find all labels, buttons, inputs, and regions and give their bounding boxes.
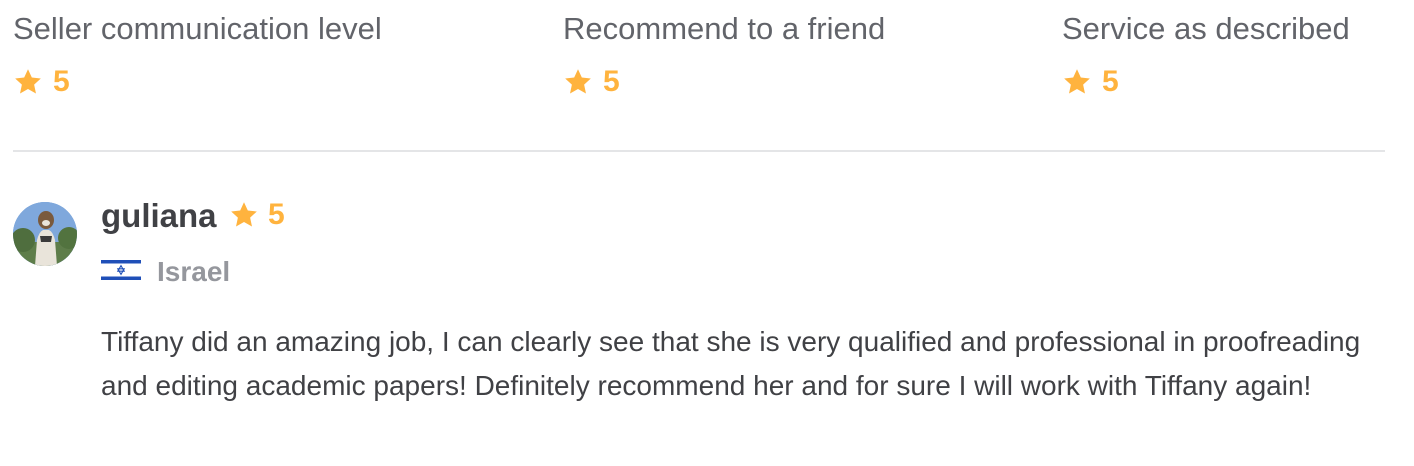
- review-rating-value: 5: [268, 198, 285, 231]
- star-icon: [1062, 67, 1092, 97]
- rating-communication: Seller communication level 5: [13, 10, 382, 99]
- rating-service: Service as described 5: [1062, 10, 1350, 99]
- rating-label: Recommend to a friend: [563, 11, 886, 46]
- review-rating: 5: [229, 198, 285, 232]
- rating-label: Service as described: [1062, 11, 1350, 46]
- israel-flag-icon: [101, 258, 141, 282]
- rating-score: 5: [563, 65, 885, 99]
- rating-label: Seller communication level: [13, 11, 382, 46]
- reviewer-username[interactable]: guliana: [101, 196, 217, 236]
- rating-score: 5: [1062, 65, 1350, 99]
- reviewer-country: Israel: [157, 256, 231, 287]
- rating-value: 5: [603, 65, 620, 98]
- rating-score: 5: [13, 65, 382, 99]
- star-icon: [563, 67, 593, 97]
- divider: [13, 150, 1385, 152]
- star-icon: [13, 67, 43, 97]
- star-icon: [229, 200, 259, 230]
- rating-recommend: Recommend to a friend 5: [563, 10, 885, 99]
- review-text: Tiffany did an amazing job, I can clearl…: [101, 326, 1361, 401]
- avatar[interactable]: [13, 202, 77, 266]
- rating-value: 5: [1102, 65, 1119, 98]
- rating-value: 5: [53, 65, 70, 98]
